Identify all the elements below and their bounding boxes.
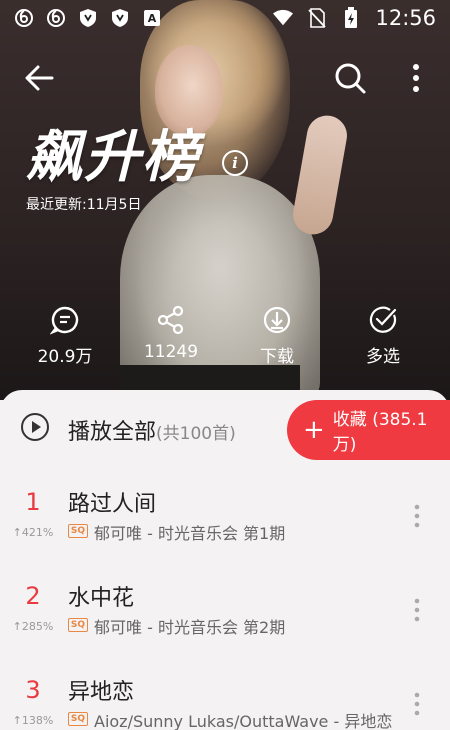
list-item[interactable]: 2 ↑285% 水中花 SQ 郁可唯 - 时光音乐会 第2期 [0,582,450,672]
song-subtitle: Aioz/Sunny Lukas/OuttaWave - 异地恋 [94,712,393,730]
more-vertical-icon [414,692,420,716]
collect-button[interactable]: + 收藏 (385.1万) [287,400,450,460]
plus-icon: + [303,415,325,445]
search-icon [335,63,366,94]
comment-count: 20.9万 [37,347,93,367]
song-list-sheet: 播放全部(共100首) + 收藏 (385.1万) 1 ↑421% 路过人间 S… [0,390,450,730]
sq-badge: SQ [68,712,88,726]
last-updated-text: 最近更新:11月5日 [26,197,142,213]
song-more-button[interactable] [408,690,426,720]
song-title: 路过人间 [68,492,157,517]
comment-button[interactable]: 20.9万 [20,300,110,367]
more-vertical-icon [414,504,420,528]
toolbar [0,50,450,106]
multi-select-label: 多选 [366,347,400,367]
search-button[interactable] [332,60,368,96]
multi-select-button[interactable]: 多选 [338,300,428,367]
download-icon [263,306,291,334]
no-sim-icon [307,8,327,28]
info-button[interactable]: i [222,150,248,176]
song-trend: ↑421% [12,526,54,539]
song-trend: ↑285% [12,620,54,633]
play-all-count: (共100首) [156,424,236,444]
multi-select-icon [369,306,397,333]
play-circle-icon [21,413,49,441]
svg-text:A: A [148,12,157,25]
song-more-button[interactable] [408,502,426,532]
song-rank: 3 [25,676,41,704]
chart-title: 飙升榜 [26,125,200,190]
list-item[interactable]: 1 ↑421% 路过人间 SQ 郁可唯 - 时光音乐会 第1期 [0,488,450,578]
comment-icon [50,306,79,335]
list-item[interactable]: 3 ↑138% 异地恋 SQ Aioz/Sunny Lukas/OuttaWav… [0,676,450,730]
song-trend: ↑138% [12,714,54,727]
a-badge-icon: A [142,8,162,28]
action-row: 20.9万 11249 下载 多选 [0,300,450,370]
play-all-label-group[interactable]: 播放全部(共100首) [68,414,236,446]
song-rank: 2 [25,582,41,610]
arrow-left-icon [25,65,54,91]
more-vertical-icon [413,64,419,92]
song-title: 异地恋 [68,680,135,705]
collect-label: 收藏 (385.1万) [332,410,428,455]
wifi-icon [273,8,294,28]
song-title: 水中花 [68,586,135,611]
info-icon: i [232,154,238,172]
song-more-button[interactable] [408,596,426,626]
song-subtitle: 郁可唯 - 时光音乐会 第2期 [94,618,286,637]
netease-music-icon [46,8,66,28]
more-options-button[interactable] [404,60,428,96]
cover-arm [289,112,351,238]
share-icon [157,305,184,335]
download-label: 下载 [260,347,294,367]
back-button[interactable] [22,60,58,96]
shield-icon [110,8,130,28]
sq-badge: SQ [68,618,88,632]
more-vertical-icon [414,598,420,622]
song-rank: 1 [25,488,41,516]
status-bar: A 12:56 [0,0,450,36]
netease-music-icon [14,8,34,28]
shield-icon [78,8,98,28]
song-subtitle: 郁可唯 - 时光音乐会 第1期 [94,524,286,543]
play-all-label: 播放全部 [68,420,157,445]
sq-badge: SQ [68,524,88,538]
status-time: 12:56 [375,6,436,30]
play-all-button[interactable] [20,412,50,442]
share-count: 11249 [143,342,199,362]
share-button[interactable]: 11249 [126,300,216,362]
battery-charging-icon [341,7,361,28]
download-button[interactable]: 下载 [232,300,322,367]
